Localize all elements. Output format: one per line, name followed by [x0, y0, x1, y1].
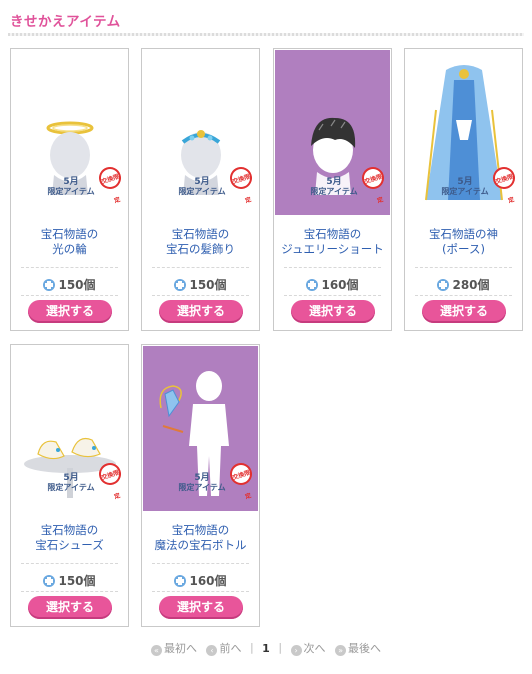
item-thumbnail: 交換限定 5月 限定アイテム	[12, 346, 127, 511]
pager-separator: |	[278, 641, 283, 654]
pager-separator: |	[249, 641, 254, 654]
item-card[interactable]: 交換限定 5月 限定アイテム 宝石物語の 魔法の宝石ボトル 160個 選択する	[141, 344, 260, 627]
may-limited-badge: 5月 限定アイテム	[178, 473, 226, 492]
item-price: 150個	[11, 276, 128, 293]
item-thumbnail: 交換限定 5月 限定アイテム	[275, 50, 390, 215]
divider	[21, 295, 118, 297]
item-thumbnail: 交換限定 5月 限定アイテム	[406, 50, 521, 215]
page-title: きせかえアイテム	[10, 14, 121, 30]
divider	[415, 295, 512, 297]
may-limited-badge: 5月 限定アイテム	[47, 177, 95, 196]
header-divider	[8, 33, 524, 36]
pager-current-page: 1	[262, 641, 270, 655]
gem-coin-icon	[306, 279, 319, 291]
gem-coin-icon	[43, 279, 56, 291]
divider	[284, 267, 381, 269]
pager-next[interactable]: › 次へ	[290, 640, 326, 656]
item-name[interactable]: 宝石物語の神 (ポース)	[405, 227, 522, 257]
gem-coin-icon	[174, 575, 187, 587]
may-limited-badge: 5月 限定アイテム	[310, 177, 358, 196]
may-limited-badge: 5月 限定アイテム	[47, 473, 95, 492]
double-chevron-right-icon: »	[335, 645, 347, 656]
item-card[interactable]: 交換限定 5月 限定アイテム 宝石物語の 宝石シューズ 150個 選択する	[10, 344, 129, 627]
select-button[interactable]: 選択する	[291, 300, 375, 323]
item-thumbnail: 交換限定 5月 限定アイテム	[143, 50, 258, 215]
item-card[interactable]: 交換限定 5月 限定アイテム 宝石物語の神 (ポース) 280個 選択する	[404, 48, 523, 331]
may-limited-badge: 5月 限定アイテム	[178, 177, 226, 196]
divider	[21, 563, 118, 565]
page-header: きせかえアイテム	[0, 0, 532, 40]
item-name[interactable]: 宝石物語の 宝石シューズ	[11, 523, 128, 553]
pager-last[interactable]: » 最後へ	[335, 640, 381, 656]
select-button[interactable]: 選択する	[159, 300, 243, 323]
item-price: 280個	[405, 276, 522, 293]
item-card[interactable]: 交換限定 5月 限定アイテム 宝石物語の ジュエリーショート 160個 選択する	[273, 48, 392, 331]
item-name[interactable]: 宝石物語の 光の輪	[11, 227, 128, 257]
divider	[284, 295, 381, 297]
select-button[interactable]: 選択する	[422, 300, 506, 323]
divider	[152, 295, 249, 297]
divider	[21, 591, 118, 593]
item-price: 150個	[11, 572, 128, 589]
item-thumbnail: 交換限定 5月 限定アイテム	[12, 50, 127, 215]
divider	[152, 267, 249, 269]
item-price: 160個	[274, 276, 391, 293]
item-name[interactable]: 宝石物語の 宝石の髪飾り	[142, 227, 259, 257]
pagination: «最初へ ‹ 前へ | 1 | › 次へ » 最後へ	[0, 640, 532, 660]
may-limited-badge: 5月 限定アイテム	[441, 177, 489, 196]
double-chevron-left-icon: «	[150, 645, 162, 656]
item-thumbnail: 交換限定 5月 限定アイテム	[143, 346, 258, 511]
select-button[interactable]: 選択する	[28, 596, 112, 619]
chevron-left-icon: ‹	[206, 645, 218, 656]
gem-coin-icon	[437, 279, 450, 291]
select-button[interactable]: 選択する	[159, 596, 243, 619]
item-name[interactable]: 宝石物語の 魔法の宝石ボトル	[142, 523, 259, 553]
divider	[152, 591, 249, 593]
pager-first[interactable]: «最初へ	[150, 640, 197, 656]
pager-prev[interactable]: ‹ 前へ	[206, 640, 241, 656]
item-card[interactable]: 交換限定 5月 限定アイテム 宝石物語の 光の輪 150個 選択する	[10, 48, 129, 331]
select-button[interactable]: 選択する	[28, 300, 112, 323]
gem-coin-icon	[43, 575, 56, 587]
gem-coin-icon	[174, 279, 187, 291]
item-card[interactable]: 交換限定 5月 限定アイテム 宝石物語の 宝石の髪飾り 150個 選択する	[141, 48, 260, 331]
item-price: 150個	[142, 276, 259, 293]
divider	[152, 563, 249, 565]
item-name[interactable]: 宝石物語の ジュエリーショート	[274, 227, 391, 257]
divider	[21, 267, 118, 269]
divider	[415, 267, 512, 269]
item-price: 160個	[142, 572, 259, 589]
chevron-right-icon: ›	[290, 645, 302, 656]
